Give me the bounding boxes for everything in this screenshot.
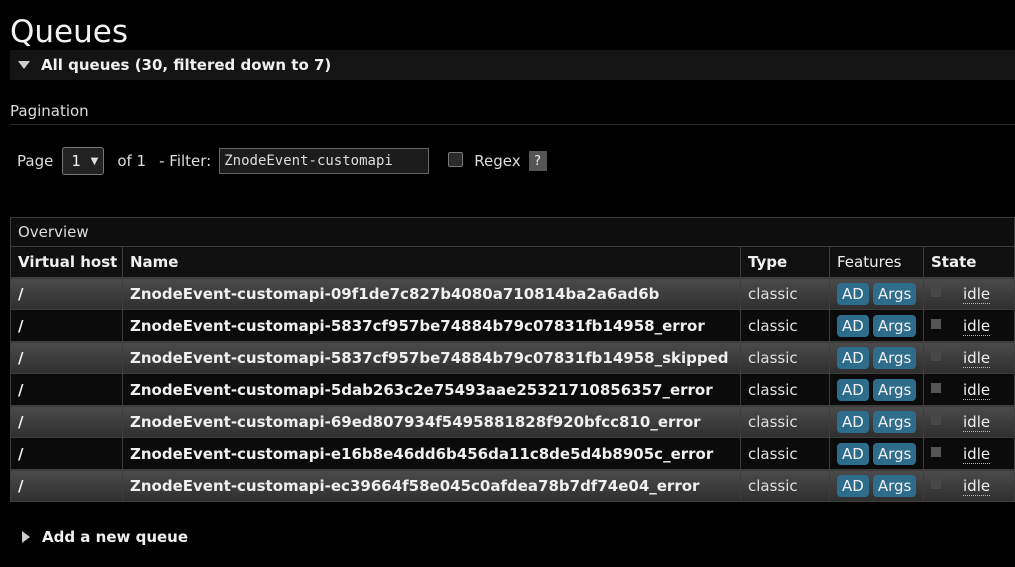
feature-tag-args: Args — [872, 474, 917, 497]
virtual-host-cell: / — [10, 469, 123, 502]
state-cell: idle — [923, 469, 1015, 502]
all-queues-toggle[interactable]: All queues (30, filtered down to 7) — [10, 50, 1015, 80]
type-cell: classic — [740, 469, 830, 502]
add-queue-label: Add a new queue — [42, 528, 189, 546]
chevron-down-icon: ▼ — [90, 155, 99, 167]
type-cell: classic — [740, 405, 830, 438]
type-cell: classic — [740, 373, 830, 406]
features-cell: AD Args — [829, 405, 924, 438]
state-indicator-icon — [931, 383, 941, 393]
regex-label: Regex — [474, 152, 521, 170]
column-header-name[interactable]: Name — [122, 246, 741, 278]
state-cell: idle — [923, 341, 1015, 374]
filter-input[interactable]: ZnodeEvent-customapi — [219, 148, 430, 174]
state-indicator-icon — [931, 415, 941, 425]
state-label: idle — [963, 444, 991, 464]
features-cell: AD Args — [829, 309, 924, 342]
feature-tag-args: Args — [872, 314, 917, 337]
table-row: / ZnodeEvent-customapi-e16b8e46dd6b456da… — [10, 437, 1015, 470]
queue-name-link[interactable]: ZnodeEvent-customapi-e16b8e46dd6b456da11… — [122, 437, 741, 470]
features-cell: AD Args — [829, 277, 924, 310]
queue-name-link[interactable]: ZnodeEvent-customapi-5837cf957be74884b79… — [122, 341, 741, 374]
virtual-host-cell: / — [10, 373, 123, 406]
state-label: idle — [963, 380, 991, 400]
state-label: idle — [963, 348, 991, 368]
virtual-host-cell: / — [10, 277, 123, 310]
queue-name-link[interactable]: ZnodeEvent-customapi-69ed807934f54958818… — [122, 405, 741, 438]
queue-name-link[interactable]: ZnodeEvent-customapi-5dab263c2e75493aae2… — [122, 373, 741, 406]
column-header-type[interactable]: Type — [740, 246, 830, 278]
type-cell: classic — [740, 309, 830, 342]
table-row: / ZnodeEvent-customapi-5837cf957be74884b… — [10, 309, 1015, 342]
column-header-state[interactable]: State — [923, 246, 1015, 278]
features-cell: AD Args — [829, 341, 924, 374]
type-cell: classic — [740, 277, 830, 310]
pagination-divider — [10, 124, 1015, 125]
virtual-host-cell: / — [10, 437, 123, 470]
column-header-virtual-host[interactable]: Virtual host — [10, 246, 123, 278]
collapsed-triangle-icon — [22, 531, 30, 543]
queues-table: Overview Virtual host Name Type Features… — [10, 217, 1015, 502]
feature-tag-args: Args — [872, 378, 917, 401]
queue-name-link[interactable]: ZnodeEvent-customapi-09f1de7c827b4080a71… — [122, 277, 741, 310]
feature-tag-ad: AD — [837, 378, 869, 401]
of-pages-label: of 1 — [117, 152, 147, 170]
feature-tag-args: Args — [872, 346, 917, 369]
state-cell: idle — [923, 309, 1015, 342]
feature-tag-ad: AD — [837, 410, 869, 433]
state-cell: idle — [923, 277, 1015, 310]
table-row: / ZnodeEvent-customapi-5837cf957be74884b… — [10, 341, 1015, 374]
feature-tag-args: Args — [872, 282, 917, 305]
table-row: / ZnodeEvent-customapi-5dab263c2e75493aa… — [10, 373, 1015, 406]
column-header-features: Features — [829, 246, 924, 278]
state-indicator-icon — [931, 479, 941, 489]
filter-label: - Filter: — [159, 152, 212, 170]
state-cell: idle — [923, 405, 1015, 438]
table-row: / ZnodeEvent-customapi-69ed807934f549588… — [10, 405, 1015, 438]
add-queue-toggle[interactable]: Add a new queue — [10, 526, 188, 548]
feature-tag-ad: AD — [837, 314, 869, 337]
state-indicator-icon — [931, 287, 941, 297]
virtual-host-cell: / — [10, 309, 123, 342]
virtual-host-cell: / — [10, 405, 123, 438]
table-row: / ZnodeEvent-customapi-ec39664f58e045c0a… — [10, 469, 1015, 502]
overview-header: Overview — [10, 217, 1015, 247]
all-queues-label: All queues (30, filtered down to 7) — [41, 56, 332, 74]
state-cell: idle — [923, 373, 1015, 406]
type-cell: classic — [740, 341, 830, 374]
feature-tag-args: Args — [872, 410, 917, 433]
state-cell: idle — [923, 437, 1015, 470]
state-label: idle — [963, 316, 991, 336]
expanded-triangle-icon — [18, 61, 30, 69]
queue-name-link[interactable]: ZnodeEvent-customapi-ec39664f58e045c0afd… — [122, 469, 741, 502]
regex-checkbox[interactable] — [448, 151, 464, 167]
state-label: idle — [963, 476, 991, 496]
feature-tag-ad: AD — [837, 282, 869, 305]
state-indicator-icon — [931, 351, 941, 361]
type-cell: classic — [740, 437, 830, 470]
page-title: Queues — [10, 14, 128, 50]
features-cell: AD Args — [829, 437, 924, 470]
page-select[interactable]: 1 ▼ — [62, 147, 105, 175]
pagination-label: Pagination — [10, 102, 89, 120]
state-indicator-icon — [931, 447, 941, 457]
features-cell: AD Args — [829, 469, 924, 502]
pagination-controls: Page 1 ▼ of 1 - Filter: ZnodeEvent-custo… — [17, 146, 547, 176]
state-indicator-icon — [931, 319, 941, 329]
feature-tag-ad: AD — [837, 442, 869, 465]
feature-tag-ad: AD — [837, 346, 869, 369]
help-icon[interactable]: ? — [528, 151, 547, 171]
virtual-host-cell: / — [10, 341, 123, 374]
page-label: Page — [17, 152, 54, 170]
page-select-value: 1 — [71, 152, 81, 170]
feature-tag-ad: AD — [837, 474, 869, 497]
queue-name-link[interactable]: ZnodeEvent-customapi-5837cf957be74884b79… — [122, 309, 741, 342]
feature-tag-args: Args — [872, 442, 917, 465]
table-row: / ZnodeEvent-customapi-09f1de7c827b4080a… — [10, 277, 1015, 310]
state-label: idle — [963, 412, 991, 432]
state-label: idle — [963, 284, 991, 304]
features-cell: AD Args — [829, 373, 924, 406]
